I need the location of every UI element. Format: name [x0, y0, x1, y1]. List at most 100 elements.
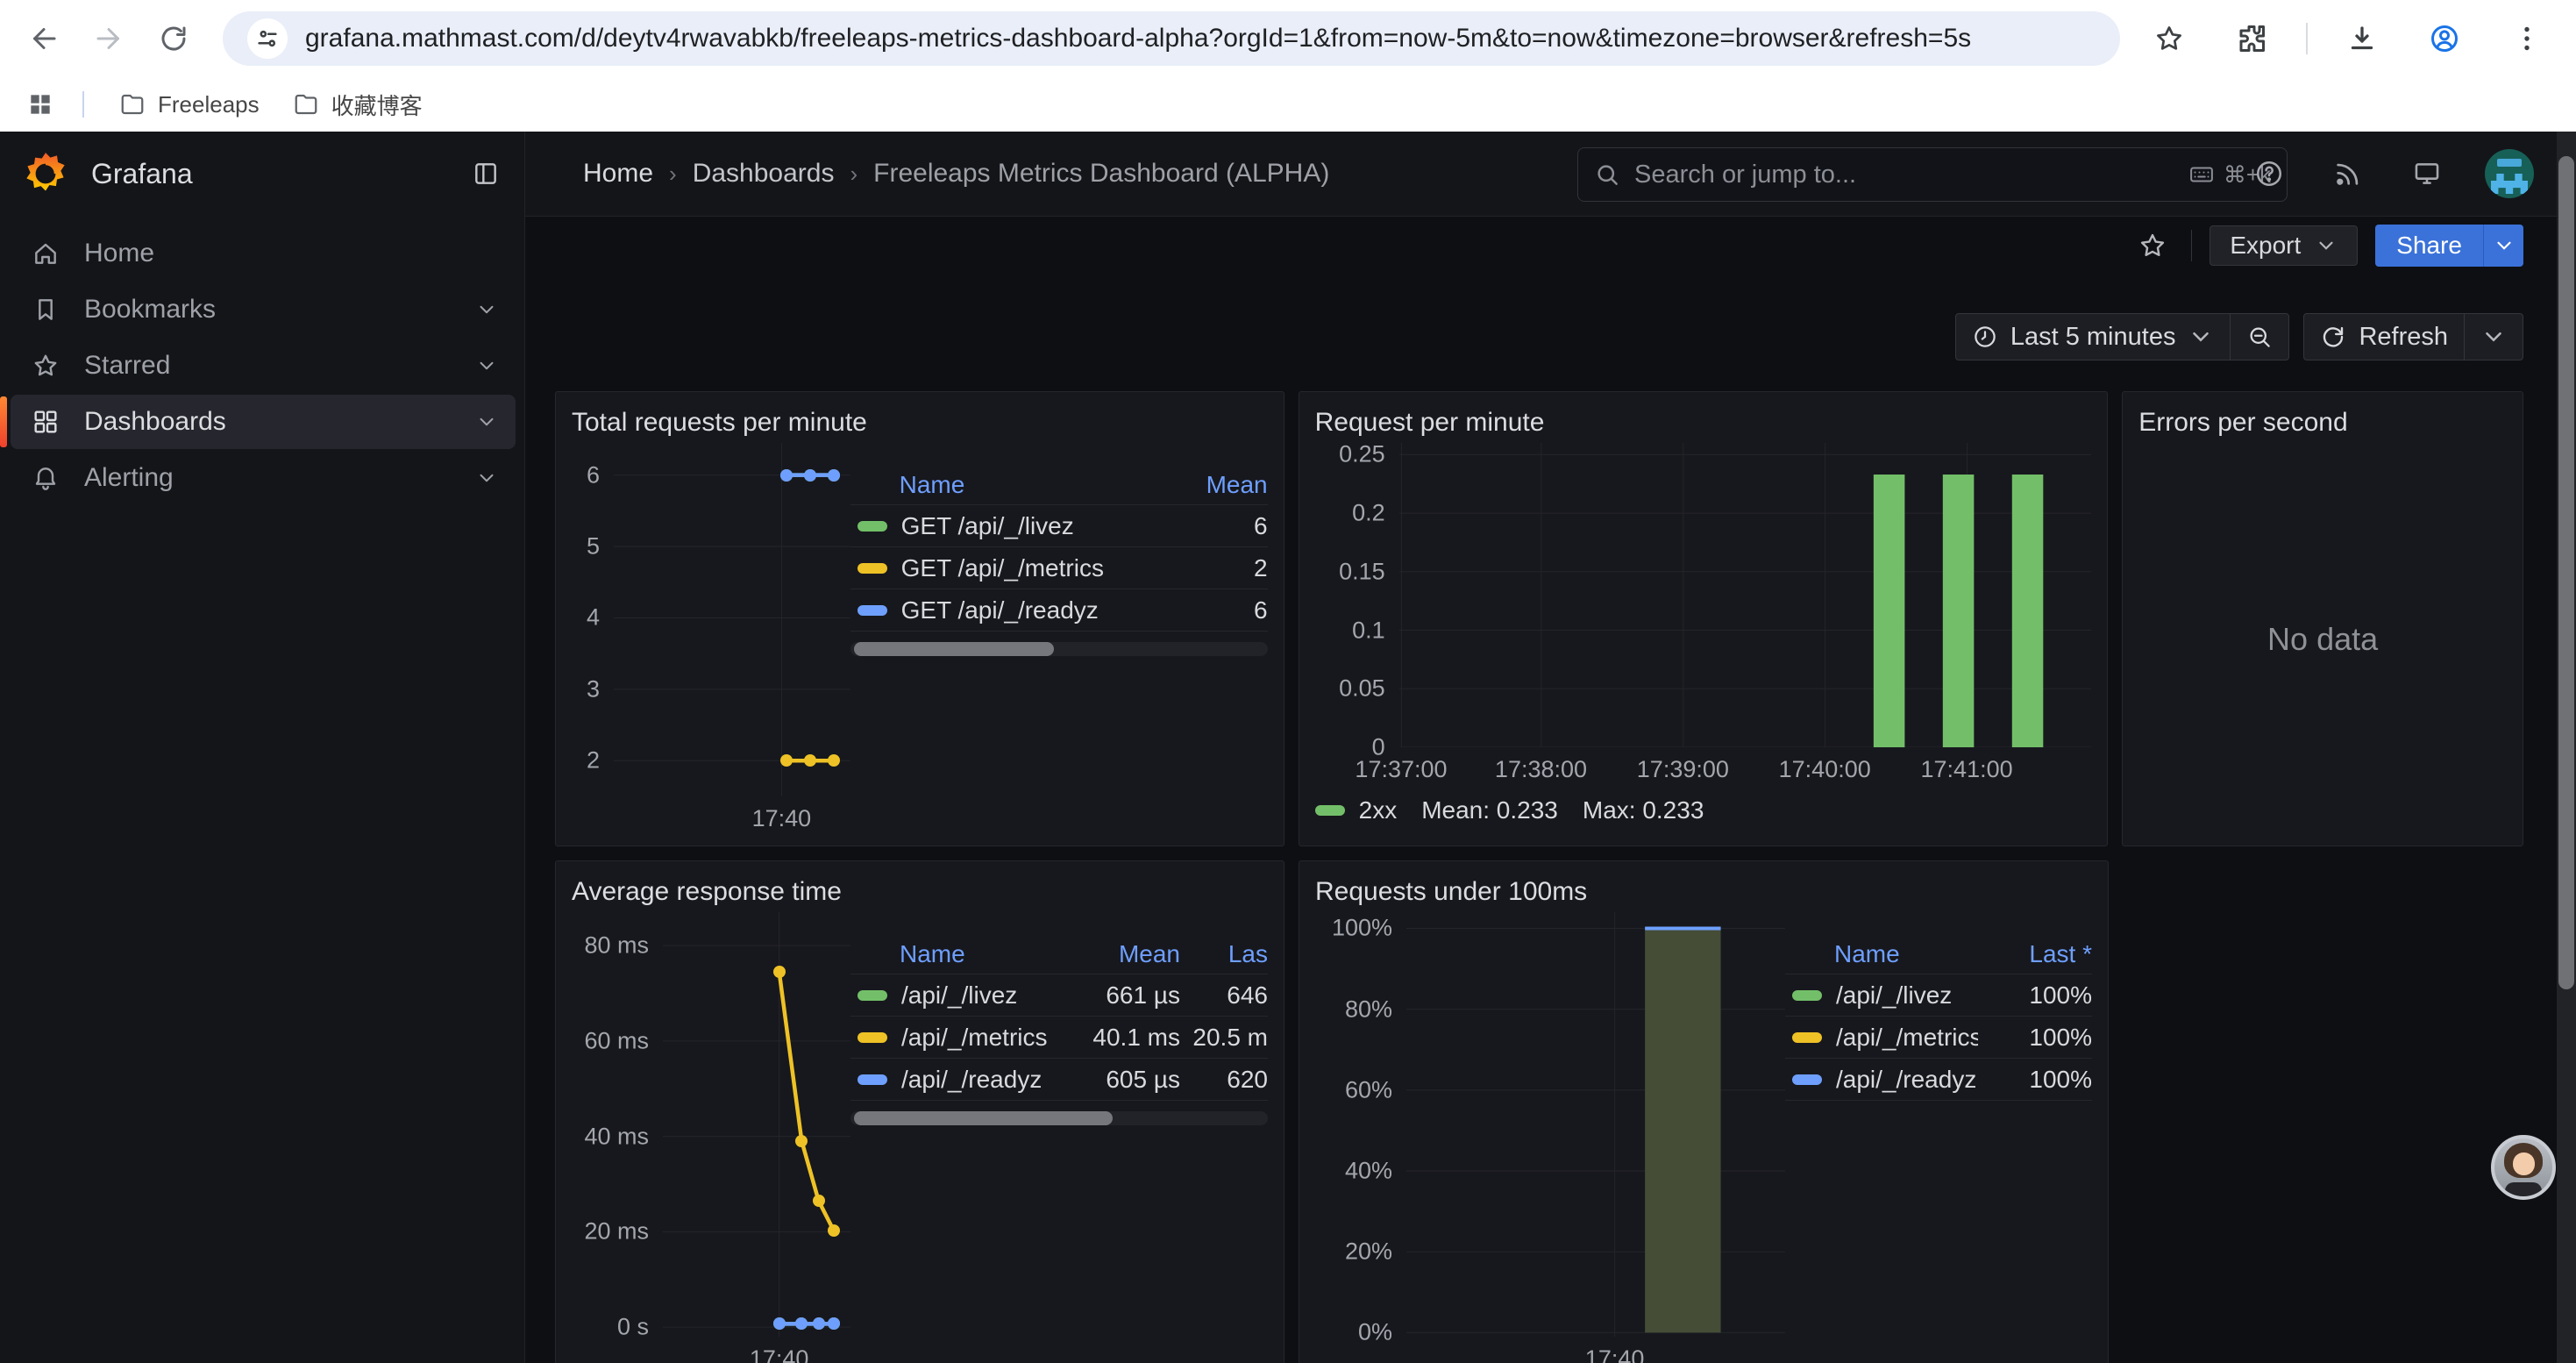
star-dashboard-button[interactable]	[2131, 225, 2174, 267]
legend-row[interactable]: GET /api/_/metrics2	[850, 547, 1268, 589]
y-tick-label: 60%	[1345, 1076, 1392, 1103]
sidebar-item-label: Dashboards	[84, 407, 451, 437]
series-name: /api/_/readyz	[901, 1066, 1042, 1094]
chevron-down-icon	[2480, 324, 2507, 350]
zoom-out-icon	[2246, 324, 2273, 350]
panel-title: Request per minute	[1315, 403, 2092, 443]
legend-scrollbar[interactable]	[850, 1111, 1268, 1125]
back-button[interactable]	[16, 11, 72, 67]
series-max: Max: 0.233	[1583, 796, 1704, 824]
forward-button[interactable]	[81, 11, 137, 67]
legend-column-0[interactable]: Mean	[1163, 471, 1268, 499]
brand-name: Grafana	[91, 132, 193, 216]
star-icon	[2153, 23, 2185, 54]
legend-column-name[interactable]: Name	[1785, 940, 1978, 968]
user-avatar[interactable]	[2485, 149, 2534, 198]
panel-total-requests[interactable]: Total requests per minute 6543217:40 Nam…	[555, 391, 1284, 846]
legend-column-0[interactable]: Mean	[1049, 940, 1180, 968]
legend-column-name[interactable]: Name	[850, 940, 1049, 968]
legend-table: NameMeanLas/api/_/livez661 µs646/api/_/m…	[850, 935, 1268, 1363]
legend-row[interactable]: /api/_/readyz100%	[1785, 1059, 2092, 1101]
bell-icon	[32, 464, 60, 492]
share-button[interactable]: Share	[2375, 225, 2483, 267]
home-icon	[32, 239, 60, 268]
folder-icon	[119, 91, 146, 118]
grafana-logo[interactable]	[23, 151, 68, 196]
legend-column-0[interactable]: Last *	[1978, 940, 2092, 968]
scrollbar-thumb[interactable]	[2558, 156, 2574, 989]
legend-table: NameLast * /api/_/livez100%/api/_/metrics…	[1785, 935, 2092, 1363]
address-bar[interactable]: grafana.mathmast.com/d/deytv4rwavabkb/fr…	[223, 11, 2120, 66]
page-scrollbar[interactable]	[2557, 132, 2576, 1363]
y-tick-label: 0.05	[1339, 675, 1385, 703]
legend-value: 646	[1180, 981, 1268, 1010]
data-point	[813, 1195, 825, 1207]
legend-row[interactable]: /api/_/livez661 µs646	[850, 974, 1268, 1017]
sidebar-item-home[interactable]: Home	[11, 226, 516, 281]
bookmark-page-button[interactable]	[2141, 11, 2197, 67]
apps-grid-icon	[26, 89, 54, 120]
legend-row[interactable]: GET /api/_/livez6	[850, 505, 1268, 547]
export-button[interactable]: Export	[2210, 225, 2358, 266]
panel-request-per-minute[interactable]: Request per minute 0.250.20.150.10.05017…	[1299, 391, 2109, 846]
legend-row[interactable]: /api/_/metrics100%	[1785, 1017, 2092, 1059]
kiosk-mode-button[interactable]	[2406, 153, 2448, 195]
breadcrumb-separator: ›	[850, 161, 857, 188]
x-tick-label: 17:40:00	[1779, 756, 1871, 783]
bookmark-folder[interactable]: 收藏博客	[281, 83, 435, 126]
data-point	[773, 966, 786, 978]
apps-button[interactable]	[21, 85, 60, 124]
search-input[interactable]: Search or jump to... ⌘+k	[1577, 147, 2288, 202]
panel-title: Total requests per minute	[572, 403, 1268, 443]
y-tick-label: 3	[587, 675, 600, 703]
legend-row[interactable]: /api/_/livez100%	[1785, 974, 2092, 1017]
legend-scrollbar-thumb[interactable]	[854, 1111, 1113, 1125]
legend-row[interactable]: GET /api/_/readyz6	[850, 589, 1268, 632]
legend-scrollbar[interactable]	[850, 642, 1268, 656]
legend-column-1[interactable]: Las	[1180, 940, 1268, 968]
menu-button[interactable]	[2499, 11, 2555, 67]
breadcrumb-home[interactable]: Home	[583, 159, 653, 189]
profile-button[interactable]	[2416, 11, 2473, 67]
y-tick-label: 60 ms	[584, 1027, 649, 1054]
total-requests-chart: 6543217:40	[572, 443, 850, 835]
legend-row[interactable]: /api/_/readyz605 µs620	[850, 1059, 1268, 1101]
legend-scrollbar-thumb[interactable]	[854, 642, 1054, 656]
sidebar-item-label: Bookmarks	[84, 295, 451, 325]
sidebar-item-alerting[interactable]: Alerting	[11, 451, 516, 505]
collapse-sidebar-button[interactable]	[466, 154, 505, 193]
panel-average-response-time[interactable]: Average response time 80 ms60 ms40 ms20 …	[555, 860, 1284, 1363]
bookmark-folder[interactable]: Freeleaps	[107, 86, 272, 124]
zoom-out-time-button[interactable]	[2231, 314, 2288, 360]
floating-avatar[interactable]	[2491, 1135, 2556, 1200]
news-button[interactable]	[2327, 153, 2369, 195]
sidebar-item-starred[interactable]: Starred	[11, 339, 516, 393]
breadcrumb-dashboards[interactable]: Dashboards	[693, 159, 835, 189]
sidebar-item-bookmarks[interactable]: Bookmarks	[11, 282, 516, 337]
legend-inline[interactable]: 2xx Mean: 0.233 Max: 0.233	[1315, 786, 2092, 835]
series-name: 2xx	[1359, 796, 1398, 824]
legend-column-name[interactable]: Name	[850, 471, 1163, 499]
series-name: /api/_/livez	[1836, 981, 1952, 1010]
reload-button[interactable]	[146, 11, 202, 67]
panel-errors-per-second[interactable]: Errors per second No data	[2122, 391, 2523, 846]
bookmarks-divider	[82, 91, 84, 118]
x-tick-label: 17:37:00	[1355, 756, 1447, 783]
extensions-button[interactable]	[2224, 11, 2280, 67]
legend-row[interactable]: /api/_/metrics40.1 ms20.5 m	[850, 1017, 1268, 1059]
site-settings-icon[interactable]	[247, 18, 288, 59]
help-button[interactable]	[2248, 153, 2290, 195]
bar	[1873, 475, 1904, 747]
refresh-button[interactable]: Refresh	[2304, 314, 2464, 360]
x-tick-label: 17:40	[752, 805, 812, 832]
panel-requests-under-100ms[interactable]: Requests under 100ms 100%80%60%40%20%0%1…	[1299, 860, 2109, 1363]
downloads-button[interactable]	[2334, 11, 2390, 67]
panel-title: Average response time	[572, 872, 1268, 912]
sidebar-item-dashboards[interactable]: Dashboards	[11, 395, 516, 449]
x-tick-label: 17:39:00	[1637, 756, 1729, 783]
chevron-down-icon	[2188, 324, 2214, 350]
share-menu-button[interactable]	[2483, 225, 2523, 267]
refresh-interval-button[interactable]	[2465, 314, 2523, 360]
series-color-pill	[857, 1032, 887, 1043]
time-range-picker[interactable]: Last 5 minutes	[1956, 314, 2231, 360]
